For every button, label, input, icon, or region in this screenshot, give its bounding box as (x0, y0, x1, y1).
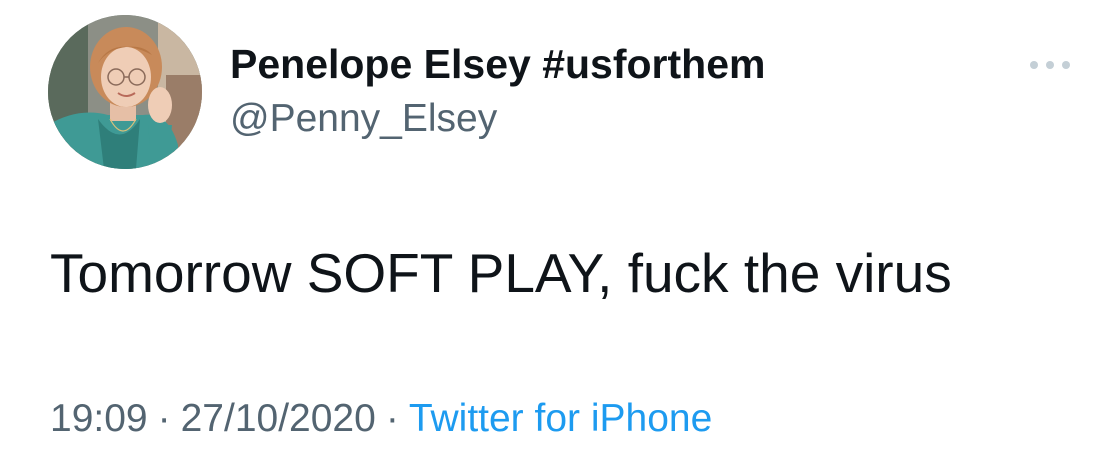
profile-photo-icon (48, 15, 202, 169)
tweet-card: Penelope Elsey #usforthem @Penny_Elsey T… (0, 0, 1099, 468)
tweet-date[interactable]: 27/10/2020 (181, 397, 376, 440)
avatar[interactable] (48, 15, 202, 169)
tweet-time[interactable]: 19:09 (50, 397, 148, 440)
meta-separator: · (157, 397, 171, 440)
tweet-text: Tomorrow SOFT PLAY, fuck the virus (50, 242, 952, 304)
more-dots-icon (1030, 61, 1070, 69)
user-handle[interactable]: @Penny_Elsey (230, 96, 497, 142)
more-options-button[interactable] (1028, 55, 1072, 75)
tweet-meta: 19:09 · 27/10/2020 · Twitter for iPhone (50, 395, 712, 443)
display-name[interactable]: Penelope Elsey #usforthem (230, 40, 765, 88)
meta-separator: · (385, 397, 399, 440)
tweet-source-link[interactable]: Twitter for iPhone (409, 397, 712, 440)
